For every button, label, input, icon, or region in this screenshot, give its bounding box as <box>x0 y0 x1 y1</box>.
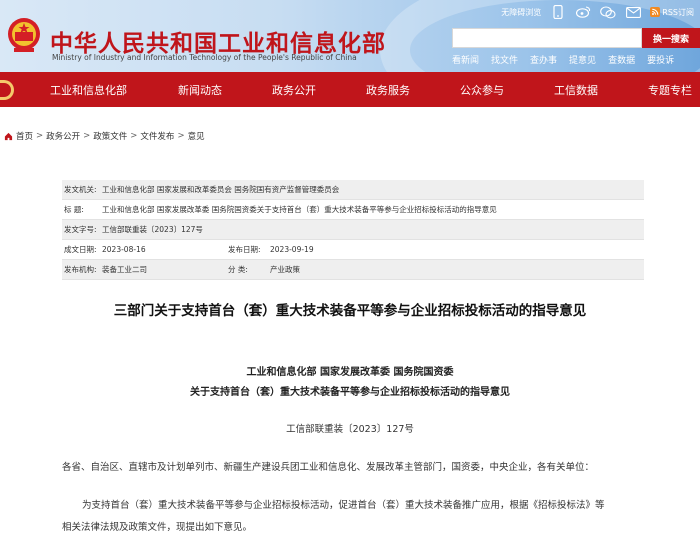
dept-value: 装备工业二司 <box>102 265 147 274</box>
title-value: 工业和信息化部 国家发展改革委 国务院国资委关于支持首台（套）重大技术装备平等参… <box>102 205 497 214</box>
breadcrumb-policy-files[interactable]: 政策文件 <box>93 130 127 142</box>
rss-icon <box>650 7 661 17</box>
quick-link-services[interactable]: 查办事 <box>530 53 557 66</box>
nav-item-gov-affairs[interactable]: 政务公开 <box>272 82 316 98</box>
nav-item-miit[interactable]: 工业和信息化部 <box>50 82 127 98</box>
article-paragraph-1-line-1: 为支持首台（套）重大技术装备平等参与企业招标投标活动，促进首台（套）重大技术装备… <box>82 500 605 511</box>
breadcrumb-separator: > <box>130 131 138 141</box>
home-icon <box>4 132 13 140</box>
nav-item-news[interactable]: 新闻动态 <box>178 82 222 98</box>
quick-link-feedback[interactable]: 提意见 <box>569 53 596 66</box>
breadcrumb-separator: > <box>83 131 91 141</box>
dept-label: 发布机构: <box>64 265 97 274</box>
quick-link-files[interactable]: 找文件 <box>491 53 518 66</box>
article-paragraph-1-line-2: 相关法律法规及政策文件，现提出如下意见。 <box>62 522 253 533</box>
search-button[interactable]: 换一搜索 <box>642 28 700 48</box>
mail-icon[interactable] <box>625 4 641 20</box>
document-info-table: 发文机关: 工业和信息化部 国家发展和改革委员会 国务院国有资产监督管理委员会 … <box>62 180 644 280</box>
created-date-label: 成文日期: <box>64 245 97 254</box>
published-date-value: 2023-09-19 <box>270 245 314 254</box>
issuer-label: 发文机关: <box>64 185 97 194</box>
main-nav: 工业和信息化部 新闻动态 政务公开 政务服务 公众参与 工信数据 专题专栏 <box>0 72 700 107</box>
mobile-icon[interactable] <box>550 4 566 20</box>
breadcrumb-separator: > <box>36 131 44 141</box>
info-row-issuer: 发文机关: 工业和信息化部 国家发展和改革委员会 国务院国有资产监督管理委员会 <box>62 180 644 200</box>
nav-item-services[interactable]: 政务服务 <box>366 82 410 98</box>
rss-link[interactable]: RSS订阅 <box>650 7 694 18</box>
title-label: 标 题: <box>64 205 84 214</box>
issuer-value: 工业和信息化部 国家发展和改革委员会 国务院国有资产监督管理委员会 <box>102 185 340 194</box>
quick-link-complaint[interactable]: 要投诉 <box>647 53 674 66</box>
accessibility-link[interactable]: 无障碍浏览 <box>501 7 541 18</box>
quick-link-data[interactable]: 查数据 <box>608 53 635 66</box>
nav-item-participation[interactable]: 公众参与 <box>460 82 504 98</box>
top-links: 无障碍浏览 RSS订阅 <box>501 4 694 20</box>
breadcrumb-separator: > <box>177 131 185 141</box>
article-title: 三部门关于支持首台（套）重大技术装备平等参与企业招标投标活动的指导意见 <box>113 303 587 319</box>
info-row-dept: 发布机构: 装备工业二司 分 类: 产业政策 <box>62 260 644 280</box>
category-label: 分 类: <box>228 265 248 274</box>
site-header: 中华人民共和国工业和信息化部 Ministry of Industry and … <box>0 0 700 72</box>
article-doc-number: 工信部联重装〔2023〕127号 <box>286 424 414 435</box>
rss-label: RSS订阅 <box>662 7 694 17</box>
quick-link-news[interactable]: 看新闻 <box>452 53 479 66</box>
category-value: 产业政策 <box>270 265 300 274</box>
breadcrumb-home[interactable]: 首页 <box>16 130 33 142</box>
breadcrumb-gov-affairs[interactable]: 政务公开 <box>46 130 80 142</box>
emblem-icon[interactable] <box>6 14 42 54</box>
search-input[interactable] <box>452 28 642 48</box>
article-issuers: 工业和信息化部 国家发展改革委 国务院国资委 <box>246 367 454 378</box>
weibo-icon[interactable] <box>575 4 591 20</box>
created-date-value: 2023-08-16 <box>102 245 146 254</box>
docno-label: 发文字号: <box>64 225 97 234</box>
nav-item-data[interactable]: 工信数据 <box>554 82 598 98</box>
docno-value: 工信部联重装〔2023〕127号 <box>102 225 203 234</box>
nav-item-topics[interactable]: 专题专栏 <box>648 82 692 98</box>
nav-decoration <box>0 80 14 100</box>
article-subtitle: 关于支持首台（套）重大技术装备平等参与企业招标投标活动的指导意见 <box>190 387 510 398</box>
breadcrumb-file-release[interactable]: 文件发布 <box>140 130 174 142</box>
quick-links: 看新闻 找文件 查办事 提意见 查数据 要投诉 <box>452 53 674 66</box>
info-row-title: 标 题: 工业和信息化部 国家发展改革委 国务院国资委关于支持首台（套）重大技术… <box>62 200 644 220</box>
breadcrumb-opinions[interactable]: 意见 <box>188 130 205 142</box>
wechat-icon[interactable] <box>600 4 616 20</box>
info-row-docno: 发文字号: 工信部联重装〔2023〕127号 <box>62 220 644 240</box>
published-date-label: 发布日期: <box>228 245 261 254</box>
article-addressee: 各省、自治区、直辖市及计划单列市、新疆生产建设兵团工业和信息化、发展改革主管部门… <box>62 462 595 473</box>
breadcrumb: 首页 > 政务公开 > 政策文件 > 文件发布 > 意见 <box>4 130 205 142</box>
info-row-dates: 成文日期: 2023-08-16 发布日期: 2023-09-19 <box>62 240 644 260</box>
site-subtitle-en: Ministry of Industry and Information Tec… <box>52 53 357 62</box>
